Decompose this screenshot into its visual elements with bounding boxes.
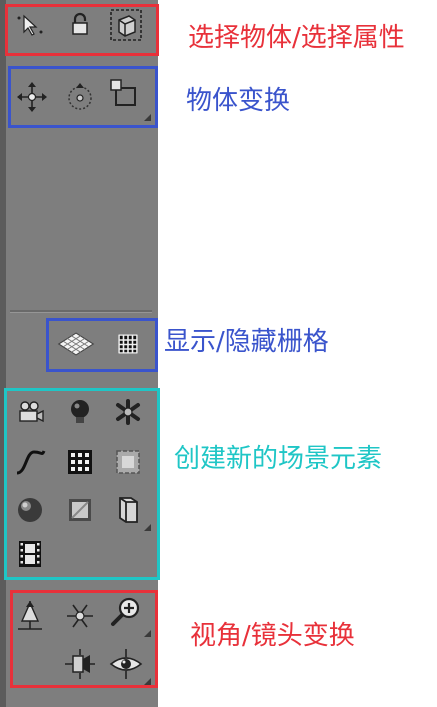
- create-annotation: 创建新的场景元素: [174, 444, 383, 474]
- view-group-highlight: [10, 590, 158, 688]
- transform-annotation: 物体变换: [186, 86, 291, 116]
- create-group-highlight: [4, 388, 160, 580]
- toolbar-separator: [10, 310, 152, 313]
- palette-edge: [0, 0, 6, 707]
- grid-annotation: 显示/隐藏栅格: [164, 327, 329, 357]
- view-annotation: 视角/镜头变换: [190, 621, 355, 651]
- grid-group-highlight: [46, 318, 158, 372]
- select-annotation: 选择物体/选择属性: [188, 23, 405, 53]
- select-group-highlight: [5, 4, 159, 56]
- transform-group-highlight: [8, 66, 158, 128]
